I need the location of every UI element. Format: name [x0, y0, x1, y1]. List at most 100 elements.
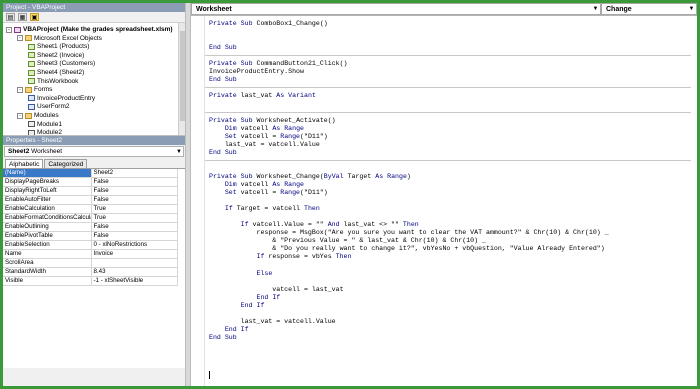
property-row[interactable]: DisplayRightToLeft False	[3, 186, 178, 196]
code-line: Private last_vat As Variant	[209, 92, 316, 100]
collapse-toggle-icon[interactable]: -	[17, 35, 23, 42]
tab-alphabetic[interactable]: Alphabetic	[5, 159, 44, 168]
property-row[interactable]: ScrollArea	[3, 258, 178, 268]
property-value[interactable]	[91, 258, 178, 268]
workbook-icon	[28, 78, 35, 85]
chevron-down-icon[interactable]: ▼	[687, 4, 696, 14]
module-icon	[28, 129, 35, 135]
property-row[interactable]: Visible -1 - xlSheetVisible	[3, 276, 178, 286]
property-value[interactable]: False	[91, 186, 178, 196]
tree-item-label: Module2	[37, 129, 62, 136]
properties-object-dropdown[interactable]: Sheet2 Worksheet ▼	[4, 146, 184, 157]
property-name: StandardWidth	[3, 267, 92, 277]
property-row[interactable]: (Name) Sheet2	[3, 169, 178, 178]
sheet-icon	[28, 52, 35, 59]
property-name: EnableFormatConditionsCalculation	[3, 213, 92, 223]
code-line: & "Previous Value = " & last_vat & Chr(1…	[209, 237, 486, 245]
property-name: Visible	[3, 276, 92, 286]
procedure-dropdown[interactable]: Change ▼	[601, 3, 697, 15]
property-value[interactable]: True	[91, 204, 178, 214]
property-value[interactable]: True	[91, 213, 178, 223]
empty-property-row	[3, 310, 178, 320]
property-value[interactable]: 0 - xlNoRestrictions	[91, 240, 178, 250]
code-line: last_vat = vatcell.Value	[209, 140, 320, 148]
code-pane: Worksheet ▼ Change ▼ Private Sub ComboBo…	[191, 3, 697, 386]
code-dropdown-bar: Worksheet ▼ Change ▼	[191, 3, 697, 16]
code-line: End Sub	[209, 333, 237, 341]
code-line: Private Sub Worksheet_Change(ByVal Targe…	[209, 172, 411, 180]
code-line: vatcell = last_vat	[209, 285, 344, 293]
code-line: End If	[240, 301, 265, 309]
property-value[interactable]: False	[91, 177, 178, 187]
property-value[interactable]: -1 - xlSheetVisible	[91, 276, 178, 286]
form-icon	[28, 95, 35, 102]
code-line: last_vat = vatcell.Value	[209, 317, 336, 325]
code-editor[interactable]: Private Sub ComboBox1_Change() End Sub Pri…	[191, 16, 697, 386]
property-value[interactable]: Sheet2	[91, 169, 178, 178]
object-dropdown[interactable]: Worksheet ▼	[191, 3, 601, 15]
view-code-icon[interactable]: ▤	[6, 13, 15, 21]
tree-item[interactable]: Module2	[28, 128, 62, 136]
collapse-toggle-icon[interactable]: -	[17, 112, 23, 119]
folder-icon	[25, 35, 32, 42]
property-value[interactable]: False	[91, 222, 178, 232]
property-row[interactable]: EnableAutoFilter False	[3, 195, 178, 205]
property-value[interactable]: 8.43	[91, 267, 178, 277]
empty-property-row	[3, 319, 178, 328]
property-name: (Name)	[3, 169, 92, 178]
property-name: EnableSelection	[3, 240, 92, 250]
code-line: InvoiceProductEntry.Show	[209, 68, 304, 76]
properties-title: Properties - Sheet2	[3, 136, 185, 145]
empty-property-row	[3, 285, 178, 295]
property-row[interactable]: EnableSelection 0 - xlNoRestrictions	[3, 240, 178, 250]
form-icon	[28, 103, 35, 110]
collapse-toggle-icon[interactable]: -	[17, 86, 23, 93]
property-row[interactable]: EnableFormatConditionsCalculationTrue	[3, 213, 178, 223]
property-value[interactable]: Invoice	[91, 249, 178, 259]
code-line: Private Sub ComboBox1_Change()	[209, 20, 328, 27]
property-row[interactable]: EnablePivotTable False	[3, 231, 178, 241]
tree-scrollbar[interactable]	[178, 23, 185, 135]
project-tree[interactable]: - VBAProject (Make the grades spreadsheet…	[3, 23, 185, 136]
code-line: response = MsgBox("Are you sure you want…	[209, 229, 609, 237]
property-value[interactable]: False	[91, 195, 178, 205]
empty-property-row	[3, 344, 178, 354]
property-name: EnableAutoFilter	[3, 195, 92, 205]
code-line: End Sub	[209, 44, 237, 52]
properties-object-name: Sheet2	[8, 148, 30, 155]
code-line: Dim vatcell As Range	[224, 124, 305, 132]
chevron-down-icon[interactable]: ▼	[175, 147, 183, 156]
code-line: Set vatcell = Range("D11")	[224, 132, 328, 140]
code-line: Private Sub Worksheet_Activate()	[209, 116, 336, 124]
property-name: ScrollArea	[3, 258, 92, 268]
procedure-separator	[205, 87, 691, 89]
code-line: & "Do you really want to change it?", vb…	[209, 245, 605, 253]
code-line: Dim vatcell As Range	[224, 181, 305, 188]
view-object-icon[interactable]: ▦	[18, 13, 27, 21]
property-row[interactable]: Name Invoice	[3, 249, 178, 259]
procedure-separator	[205, 55, 691, 57]
code-margin	[191, 16, 205, 386]
project-explorer-toolbar: ▤ ▦ ▣	[3, 12, 185, 23]
property-row[interactable]: EnableCalculation True	[3, 204, 178, 214]
toggle-folders-icon[interactable]: ▣	[30, 13, 39, 21]
code-line: End If	[256, 293, 281, 301]
collapse-toggle-icon[interactable]: -	[6, 26, 12, 33]
procedure-separator	[205, 159, 691, 161]
property-row[interactable]: DisplayPageBreaks False	[3, 177, 178, 187]
property-row[interactable]: StandardWidth 8.43	[3, 267, 178, 277]
code-line: End Sub	[209, 76, 237, 84]
property-value[interactable]: False	[91, 231, 178, 241]
empty-property-row	[3, 327, 178, 337]
folder-icon	[25, 86, 32, 93]
properties-object-type: Worksheet	[31, 148, 63, 155]
module-icon	[28, 121, 35, 128]
chevron-down-icon[interactable]: ▼	[591, 4, 600, 14]
property-row[interactable]: EnableOutlining False	[3, 222, 178, 232]
folder-icon	[25, 112, 32, 119]
text-cursor	[209, 371, 210, 379]
code-line: If Target = vatcell Then	[224, 205, 320, 213]
tab-categorized[interactable]: Categorized	[44, 159, 88, 168]
property-name: DisplayPageBreaks	[3, 177, 92, 187]
left-pane: Project - VBAProject ▤ ▦ ▣ - VBAProject (…	[3, 3, 185, 386]
